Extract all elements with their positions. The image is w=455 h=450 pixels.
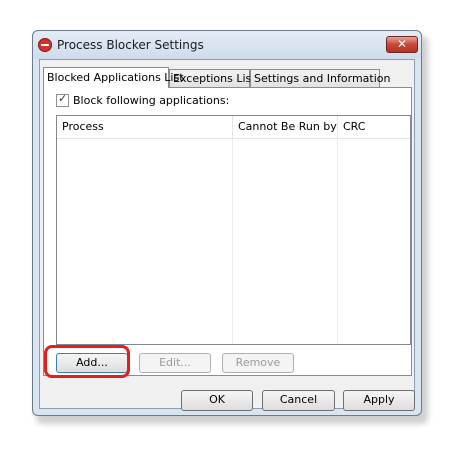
apply-button[interactable]: Apply [343, 390, 415, 411]
tab-panel: Block following applications: Process Ca… [43, 87, 412, 376]
close-icon: ✕ [396, 37, 408, 51]
column-divider [232, 138, 233, 344]
column-header-cannot-be-run-by[interactable]: Cannot Be Run by [233, 116, 338, 138]
column-header-crc[interactable]: CRC [338, 116, 410, 138]
close-button[interactable]: ✕ [386, 36, 418, 53]
tab-blocked-applications[interactable]: Blocked Applications List [43, 67, 184, 88]
edit-button[interactable]: Edit... [139, 353, 211, 373]
add-button-highlight [44, 345, 130, 378]
stop-sign-icon [38, 38, 52, 52]
ok-button[interactable]: OK [181, 390, 253, 411]
title-bar[interactable]: Process Blocker Settings ✕ [33, 31, 421, 59]
window-title: Process Blocker Settings [57, 38, 204, 52]
tab-settings-information[interactable]: Settings and Information [250, 69, 390, 87]
block-applications-label[interactable]: Block following applications: [73, 94, 229, 107]
blocked-process-list[interactable]: Process Cannot Be Run by CRC [56, 115, 411, 345]
column-header-process[interactable]: Process [57, 116, 233, 138]
block-applications-checkbox[interactable] [56, 92, 69, 107]
cancel-button[interactable]: Cancel [262, 390, 335, 411]
remove-button[interactable]: Remove [222, 353, 294, 373]
list-header: Process Cannot Be Run by CRC [57, 116, 410, 139]
column-divider [337, 138, 338, 344]
